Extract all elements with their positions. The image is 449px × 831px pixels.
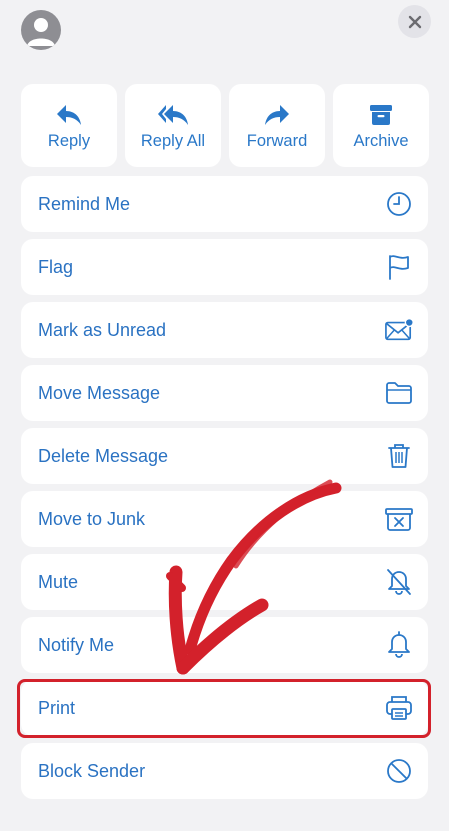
menu-item-mute[interactable]: Mute: [21, 554, 428, 610]
menu-item-mark-as-unread[interactable]: Mark as Unread: [21, 302, 428, 358]
menu-item-delete-message[interactable]: Delete Message: [21, 428, 428, 484]
archive-icon: [370, 105, 392, 125]
menu-item-flag[interactable]: Flag: [21, 239, 428, 295]
menu-item-label: Move to Junk: [38, 509, 146, 529]
forward-icon: [265, 105, 289, 125]
archive-button[interactable]: Archive: [333, 84, 429, 167]
reply-all-button[interactable]: Reply All: [125, 84, 221, 167]
menu-item-print[interactable]: Print: [21, 680, 428, 736]
bell-slash-icon: [387, 569, 411, 595]
reply-button[interactable]: Reply: [21, 84, 117, 167]
reply-all-icon: [158, 105, 188, 125]
forward-label: Forward: [246, 132, 308, 150]
clock-icon: [387, 192, 411, 216]
menu-item-label: Flag: [38, 257, 74, 277]
menu-item-label: Mark as Unread: [38, 320, 167, 340]
archive-label: Archive: [353, 132, 409, 150]
quick-actions: Reply Reply All Forward Archive: [21, 84, 429, 167]
block-icon: [387, 759, 411, 783]
menu-item-move-message[interactable]: Move Message: [21, 365, 428, 421]
menu-item-move-to-junk[interactable]: Move to Junk: [21, 491, 428, 547]
menu-item-label: Mute: [38, 572, 79, 592]
close-icon: [408, 15, 421, 28]
flag-icon: [389, 255, 409, 280]
junk-icon: [385, 508, 413, 531]
reply-label: Reply: [47, 132, 91, 150]
menu-item-label: Delete Message: [38, 446, 169, 466]
action-sheet: Reply Reply All Forward Archive Remind M…: [0, 0, 449, 831]
menu-item-remind-me[interactable]: Remind Me: [21, 176, 428, 232]
avatar[interactable]: [21, 10, 61, 50]
printer-icon: [386, 696, 412, 720]
folder-icon: [386, 382, 412, 404]
menu-item-label: Remind Me: [38, 194, 131, 214]
menu-item-label: Move Message: [38, 383, 161, 403]
reply-icon: [57, 105, 81, 125]
menu-item-label: Print: [38, 698, 76, 718]
envelope-unread-icon: [385, 317, 413, 341]
person-icon: [27, 18, 55, 46]
close-button[interactable]: [398, 5, 431, 38]
menu-item-label: Notify Me: [38, 635, 115, 655]
forward-button[interactable]: Forward: [229, 84, 325, 167]
trash-icon: [388, 444, 410, 468]
menu-item-notify-me[interactable]: Notify Me: [21, 617, 428, 673]
menu-item-label: Block Sender: [38, 761, 146, 781]
bell-icon: [388, 631, 410, 658]
reply-all-label: Reply All: [140, 132, 206, 150]
menu-item-block-sender[interactable]: Block Sender: [21, 743, 428, 799]
